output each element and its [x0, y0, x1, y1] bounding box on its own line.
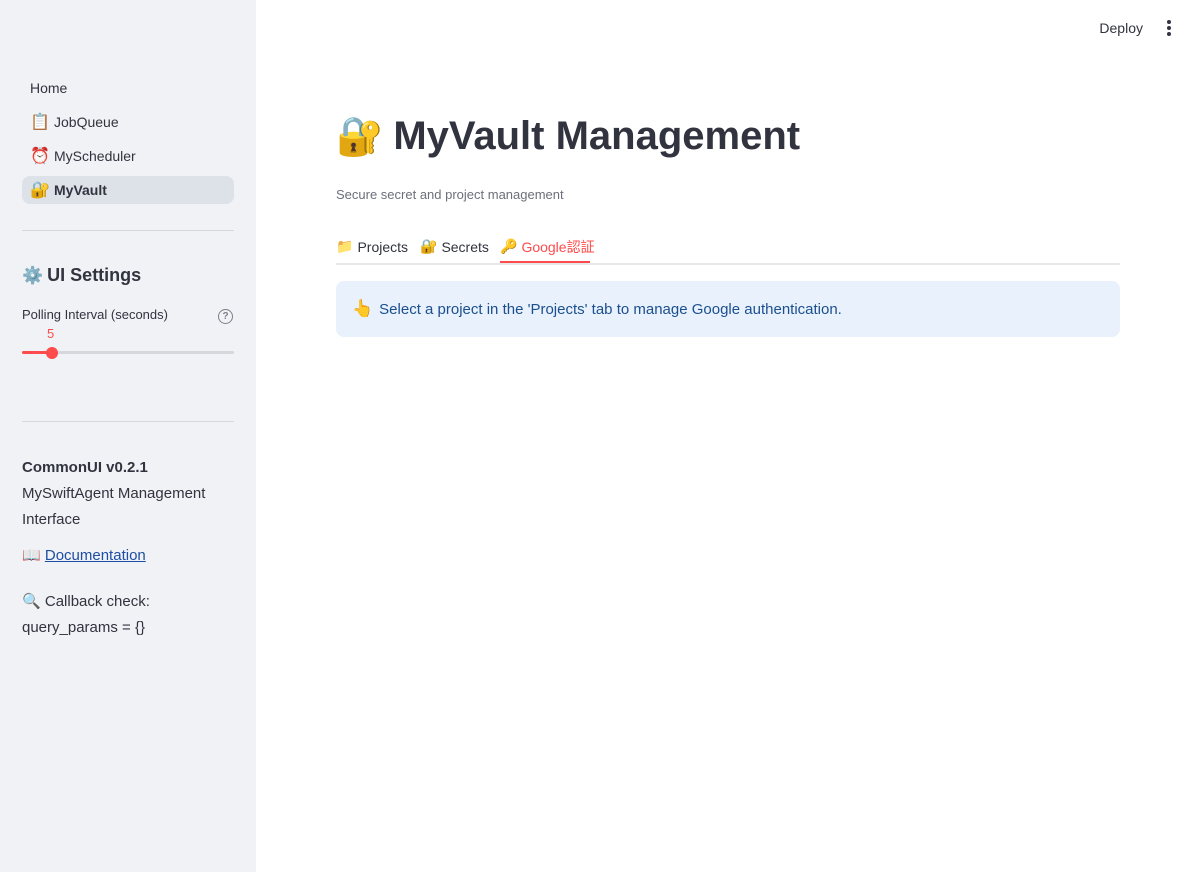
app-description: MySwiftAgent Management Interface	[22, 485, 206, 528]
polling-interval-slider[interactable]	[22, 346, 234, 359]
sidebar-item-myvault[interactable]: 🔐 MyVault	[22, 176, 234, 204]
active-tab-indicator	[500, 261, 590, 263]
gear-icon: ⚙️	[22, 265, 44, 286]
sidebar-item-label: Home	[30, 80, 68, 96]
polling-interval-label: Polling Interval (seconds)	[22, 307, 168, 322]
documentation-link[interactable]: Documentation	[45, 547, 146, 564]
locked-with-key-icon: 🔐	[30, 180, 50, 199]
tab-label: Secrets	[441, 239, 489, 255]
sidebar-item-label: MyVault	[54, 182, 107, 198]
polling-interval-value: 5	[47, 326, 55, 341]
locked-with-key-icon: 🔐	[420, 239, 438, 255]
slider-thumb[interactable]	[45, 346, 58, 359]
top-toolbar: Deploy	[256, 0, 1200, 58]
ui-settings-title: UI Settings	[47, 265, 142, 285]
tab-secrets[interactable]: 🔐 Secrets	[420, 232, 489, 262]
page-subtitle: Secure secret and project management	[336, 187, 564, 202]
tab-label: Projects	[357, 239, 409, 255]
book-icon: 📖	[22, 546, 41, 564]
sidebar-item-home[interactable]: Home	[22, 74, 234, 102]
sidebar-item-label: JobQueue	[54, 114, 119, 130]
info-alert-text: Select a project in the 'Projects' tab t…	[379, 300, 842, 318]
alarm-clock-icon: ⏰	[30, 146, 50, 165]
clipboard-icon: 📋	[30, 112, 50, 131]
documentation-line: 📖 Documentation	[22, 546, 146, 564]
page-title: 🔐 MyVault Management	[336, 114, 800, 159]
tab-google-auth[interactable]: 🔑 Google認証	[500, 232, 595, 262]
sidebar: Home 📋 JobQueue ⏰ MyScheduler 🔐 MyVault …	[0, 0, 256, 872]
version-label: CommonUI v0.2.1	[22, 459, 148, 476]
sidebar-divider	[22, 230, 234, 231]
deploy-button[interactable]: Deploy	[1099, 20, 1143, 36]
app-info: CommonUI v0.2.1 MySwiftAgent Management …	[22, 455, 234, 533]
info-alert: 👆 Select a project in the 'Projects' tab…	[336, 281, 1120, 337]
tab-label: Google認証	[521, 239, 595, 255]
locked-with-key-icon: 🔐	[336, 114, 384, 158]
more-menu-icon[interactable]	[1164, 20, 1174, 38]
sidebar-item-myscheduler[interactable]: ⏰ MyScheduler	[22, 142, 234, 170]
sidebar-nav: Home 📋 JobQueue ⏰ MyScheduler 🔐 MyVault	[22, 74, 234, 210]
sidebar-divider	[22, 421, 234, 422]
ui-settings-heading: ⚙️ UI Settings	[22, 265, 141, 286]
help-icon[interactable]: ?	[218, 309, 233, 324]
callback-check: 🔍 Callback check: query_params = {}	[22, 588, 150, 641]
pointing-up-icon: 👆	[352, 299, 374, 319]
key-icon: 🔑	[500, 239, 518, 255]
callback-query-params: query_params = {}	[22, 619, 145, 636]
folder-icon: 📁	[336, 239, 354, 255]
page-title-text: MyVault Management	[393, 114, 801, 158]
magnifier-icon: 🔍	[22, 592, 41, 610]
callback-check-label: Callback check:	[44, 593, 150, 610]
sidebar-item-jobqueue[interactable]: 📋 JobQueue	[22, 108, 234, 136]
tab-bar: 📁 Projects 🔐 Secrets 🔑 Google認証	[336, 230, 1120, 265]
sidebar-item-label: MyScheduler	[54, 148, 136, 164]
tab-projects[interactable]: 📁 Projects	[336, 232, 408, 262]
